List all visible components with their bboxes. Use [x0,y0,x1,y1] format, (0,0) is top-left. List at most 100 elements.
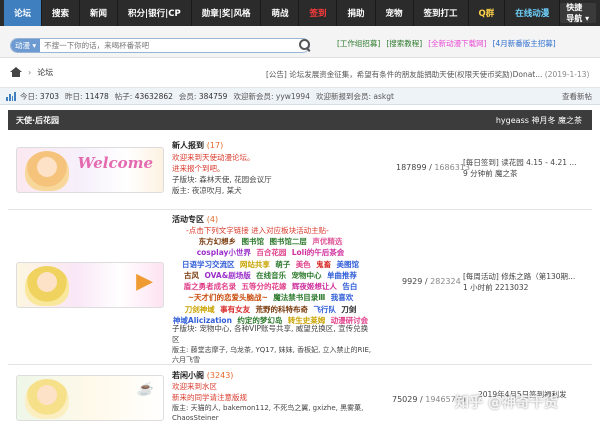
nav-item-donate[interactable]: 捐助 [337,0,376,26]
nav-item-checkin[interactable]: 签到 [299,0,338,26]
announcement-date: (2019-1-13) [544,70,590,79]
forum-subforums[interactable]: 子版块: 宠物中心, 各种VIP账号共享, 威望兑换区, 宣传兑换区 [172,323,372,345]
last-post-title[interactable]: [每周活动] 修炼之路（第130期... [463,271,575,282]
activity-link[interactable]: 辉夜姬想让人 [292,282,337,291]
stat-yesterday: 昨日: 11478 [65,91,109,101]
forum-name[interactable]: 新人报到 (17) [172,140,223,151]
forum-banner-image[interactable]: Welcome [16,147,164,193]
activity-link[interactable]: ~天才们的恋爱头脑战~ [188,293,268,302]
forum-banner-image[interactable]: ▶ [16,262,164,308]
home-icon[interactable] [10,67,22,78]
activity-link[interactable]: 图书馆 [242,237,265,246]
activity-link[interactable]: 荒野的科特布奇 [256,305,309,314]
banner-text: ▶ [136,268,153,294]
view-new-posts-link[interactable]: 查看新帖 [562,91,592,102]
activity-link[interactable]: 飞行队 [313,305,336,314]
activity-link[interactable]: 魔法禁书目录Ⅲ [273,293,325,302]
activity-link[interactable]: OVA&剧场版 [204,271,250,280]
activity-link[interactable]: 美图馆 [336,260,359,269]
last-post-meta[interactable]: 1 小时前 2213032 [463,282,575,293]
search-scope-select[interactable]: 动漫 ▾ [11,39,41,52]
activity-link[interactable]: 我喜欢 [331,293,354,302]
nav-item-moe-battle[interactable]: 萌战 [261,0,300,26]
forum-name[interactable]: 活动专区 (4) [172,214,218,225]
nav-item-work[interactable]: 签到打工 [414,0,469,26]
stats-chart-icon [6,91,16,101]
activity-link[interactable]: 事有女友 [220,305,250,314]
stat-posts: 帖子: 43632862 [114,91,173,101]
search-box: 动漫 ▾ [10,38,310,53]
anime-character-image [25,266,69,306]
banner-text: ☕ [136,382,153,397]
forum-moderators[interactable]: 版主: 天猫的人, bakemon112, 不死鸟之翼, gxizhe, 黑雾菓… [172,403,372,423]
link-moderator-recruit[interactable]: [4月新番版主招募] [493,38,556,49]
forum-stats: 今日: 3703 昨日: 11478 帖子: 43632862 会员: 3847… [0,88,600,105]
forum-moderators[interactable]: 版主: 藤堂志摩子, 乌龙茶, YQ17, 妹妹, 香板妃, 立入禁止的RIE,… [172,345,372,365]
nav-item-news[interactable]: 新闻 [80,0,119,26]
forum-description: -点击下列文字链接 进入对应板块活动主贴- [186,226,329,235]
breadcrumb-forum[interactable]: 论坛 [37,67,53,78]
forum-description: 欢迎来到水区 [172,382,217,391]
nav-item-online-anime[interactable]: 在线动漫 [505,0,561,26]
section-title[interactable]: 天使·后花园 [16,115,59,126]
activity-link[interactable]: 古风 [184,271,199,280]
top-navigation: 论坛 搜索 新闻 积分|银行|CP 勋章|奖|风格 萌战 签到 捐助 宠物 签到… [0,0,600,26]
last-post-title[interactable]: [每日签到] 读花园 4.15 - 4.21 ... [463,157,577,168]
activity-link[interactable]: 盾之勇者成名录 [184,282,237,291]
nav-item-points[interactable]: 积分|银行|CP [118,0,192,26]
activity-link[interactable]: 图书馆二层 [269,237,307,246]
forum-last-post[interactable]: [每周活动] 修炼之路（第130期... 1 小时前 2213032 [463,271,575,293]
activity-link[interactable]: 在线音乐 [256,271,286,280]
activity-link[interactable]: cosplay小世界 [197,248,251,257]
section-header[interactable]: 天使·后花园 hygeass 神月冬 魔之茶 [8,110,592,130]
link-anime-download[interactable]: [全新动漫下载网] [428,38,486,49]
activity-link[interactable]: 刀剑神域 [185,305,215,314]
activity-link[interactable]: 告白 [342,282,357,291]
activity-link[interactable]: 日语学习交流区 [182,260,235,269]
forum-counts: 187899 / 1686313 [396,163,470,172]
forum-list: Welcome 新人报到 (17) 欢迎来到天使动漫论坛。 进来报个到吧。 子版… [8,130,592,429]
link-recruit[interactable]: [工作组招募] [337,38,380,49]
section-moderators[interactable]: hygeass 神月冬 魔之茶 [496,115,582,126]
breadcrumb-separator: › [28,68,32,77]
forum-moderators[interactable]: 版主: 夜凉吹月, 某犬 [172,185,242,196]
activity-link[interactable]: 五等分的花嫁 [242,282,287,291]
activity-link[interactable]: 鬼畜 [316,260,331,269]
stat-today: 今日: 3703 [20,91,60,101]
search-bar-row: 动漫 ▾ [工作组招募] [搜索教程] [全新动漫下载网] [4月新番版主招募] [0,26,600,58]
forum-name[interactable]: 若闲小阁 (3243) [172,370,233,381]
activity-link[interactable]: 单曲推荐 [327,271,357,280]
activity-link[interactable]: 萌子 [275,260,290,269]
nav-item-search[interactable]: 搜索 [42,0,81,26]
forum-subforums[interactable]: 子版块: 森林天使, 花园会议厅 [172,174,272,185]
activity-link[interactable]: 百合花园 [256,248,286,257]
nav-item-forum[interactable]: 论坛 [4,0,43,26]
activity-link[interactable]: 宠物中心 [292,271,322,280]
nav-item-qq-group[interactable]: Q群 [469,0,506,26]
last-post-meta[interactable]: 9 分钟前 魔之茶 [463,168,577,179]
anime-character-image [25,379,69,419]
search-icon[interactable] [298,38,312,52]
nav-item-medals[interactable]: 勋章|奖|风格 [192,0,262,26]
activity-link[interactable]: Loli的午后茶会 [292,248,345,257]
stat-members: 会员: 384759 [178,91,228,101]
stat-latest-member[interactable]: 欢迎新报到会员: askgt [316,91,394,102]
quick-nav-button[interactable]: 快捷导航 ▾ [560,3,596,23]
stat-welcome-member[interactable]: 欢迎新会员: yyw1994 [233,91,310,102]
link-search-tutorial[interactable]: [搜索教程] [386,38,422,49]
breadcrumb: › 论坛 [公告] 论坛发展资金征集，希望有条件的朋友能捐助天使(权限天使币奖励… [0,58,600,88]
activity-link[interactable]: 东方幻想乡 [199,237,237,246]
activity-link[interactable]: 刀剑 [341,305,356,314]
forum-last-post[interactable]: [每日签到] 读花园 4.15 - 4.21 ... 9 分钟前 魔之茶 [463,157,577,179]
forum-banner-image[interactable]: ☕ [16,375,164,421]
activity-link[interactable]: 声优精选 [312,237,342,246]
forum-description-2: 新来的同学请注意版规 [172,393,247,402]
nav-item-pets[interactable]: 宠物 [376,0,414,26]
activity-link[interactable]: 美色 [296,260,311,269]
anime-character-image [25,151,69,191]
search-input[interactable] [40,41,309,50]
announcement-text[interactable]: [公告] 论坛发展资金征集，希望有条件的朋友能捐助天使(权限天使币奖励)Dona… [266,70,542,79]
forum-description: 欢迎来到天使动漫论坛。 [172,153,255,162]
announcement[interactable]: [公告] 论坛发展资金征集，希望有条件的朋友能捐助天使(权限天使币奖励)Dona… [266,69,589,80]
activity-link[interactable]: 网站共享 [240,260,270,269]
